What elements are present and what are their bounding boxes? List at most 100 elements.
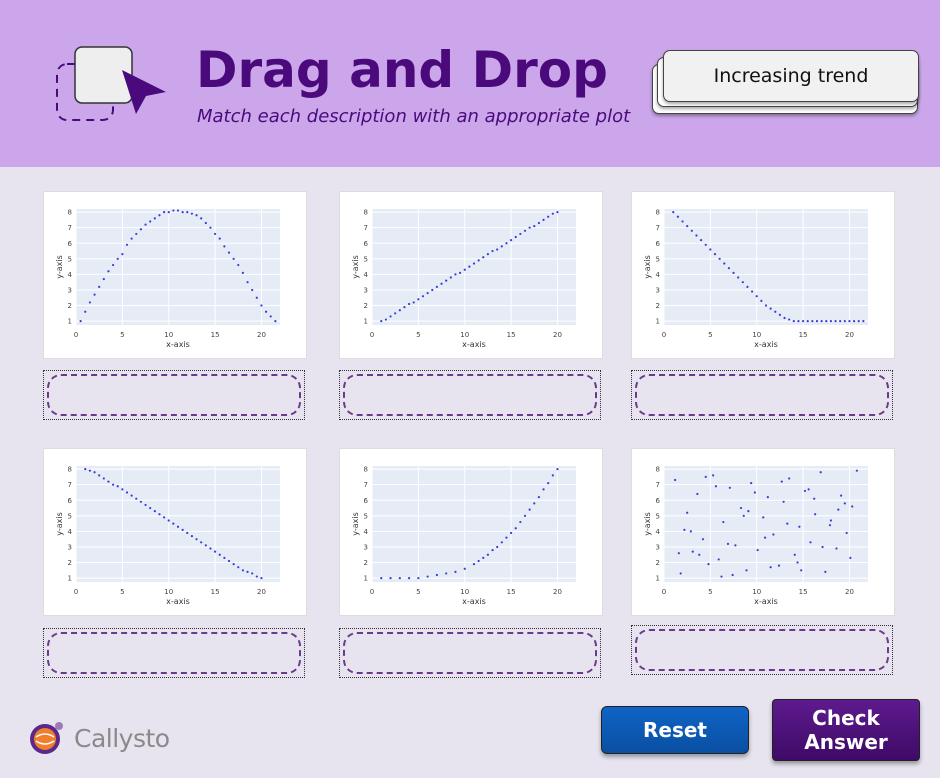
data-point (491, 548, 494, 552)
data-point (774, 310, 777, 313)
data-point (763, 536, 767, 539)
data-point (811, 320, 814, 323)
data-point (732, 271, 735, 274)
data-point (440, 282, 443, 285)
data-point (746, 285, 749, 288)
y-axis-label: y-axis (643, 512, 652, 536)
y-tick-label: 2 (656, 559, 660, 567)
y-tick-label: 5 (364, 512, 368, 520)
data-point (834, 320, 837, 323)
drop-zone-1[interactable] (43, 370, 305, 420)
data-point (486, 553, 490, 556)
data-point (139, 500, 143, 503)
data-point (458, 271, 462, 274)
x-axis-label: x-axis (462, 597, 486, 606)
y-tick-label: 2 (364, 302, 368, 310)
x-tick-label: 20 (553, 588, 562, 596)
plot-card-4: 0 5 10 15 20 1 2 3 4 5 6 7 8 x-axis y-axis (43, 448, 307, 616)
data-point (849, 556, 852, 559)
data-point (677, 552, 680, 555)
drop-zone-3[interactable] (631, 370, 893, 420)
data-point (523, 229, 527, 232)
data-point (737, 276, 740, 279)
data-point (672, 211, 675, 214)
data-point (683, 528, 686, 531)
data-point (556, 468, 559, 471)
data-point (181, 211, 184, 214)
reset-button[interactable]: Reset (601, 706, 749, 754)
data-point (232, 562, 235, 566)
y-tick-label: 6 (68, 497, 73, 505)
data-point (718, 257, 721, 260)
data-point (389, 577, 392, 580)
data-point (449, 276, 452, 279)
y-axis-label: y-axis (643, 255, 652, 279)
data-point (728, 486, 731, 489)
data-point (686, 511, 689, 514)
data-point (84, 468, 87, 471)
y-tick-label: 2 (68, 559, 72, 567)
y-tick-label: 7 (364, 481, 368, 489)
data-point (454, 570, 457, 573)
data-point (755, 295, 758, 298)
data-point (689, 530, 692, 533)
data-point (435, 285, 439, 288)
y-tick-label: 8 (364, 209, 368, 217)
drop-zone-2[interactable] (339, 370, 601, 420)
drop-zone-4[interactable] (43, 628, 305, 678)
x-tick-label: 5 (708, 588, 712, 596)
check-answer-button[interactable]: Check Answer (772, 699, 920, 761)
x-tick-label: 20 (257, 331, 266, 339)
x-tick-label: 20 (845, 331, 854, 339)
data-point (153, 217, 156, 220)
drop-zone-6[interactable] (631, 625, 893, 675)
data-point (102, 477, 105, 480)
data-point (798, 525, 801, 528)
data-point (769, 307, 772, 310)
drop-zone-5[interactable] (339, 628, 601, 678)
brand-name: Callysto (74, 723, 170, 753)
data-point (747, 510, 750, 513)
data-point (213, 232, 217, 236)
data-point (709, 248, 712, 251)
data-point (223, 556, 226, 559)
data-point (149, 506, 152, 510)
data-point (783, 316, 786, 320)
data-point (722, 520, 725, 524)
x-axis-label: x-axis (754, 340, 778, 349)
data-point (824, 570, 827, 573)
data-point (394, 312, 397, 315)
data-point (463, 268, 466, 271)
data-point (186, 531, 189, 535)
data-point (772, 533, 775, 536)
plot-area (664, 209, 868, 325)
data-point (813, 497, 816, 500)
data-point (477, 559, 480, 563)
y-tick-label: 4 (656, 271, 661, 279)
data-point (204, 544, 207, 547)
data-point (821, 545, 824, 549)
data-point (780, 480, 783, 483)
draggable-description-card[interactable]: Increasing trend (663, 50, 919, 102)
data-point (829, 320, 833, 323)
y-tick-label: 8 (364, 466, 368, 474)
data-point (803, 489, 807, 493)
data-point (793, 553, 796, 556)
x-tick-label: 0 (74, 588, 78, 596)
data-point (797, 320, 800, 323)
data-point (857, 320, 860, 323)
data-point (130, 494, 133, 497)
data-point (107, 480, 110, 483)
data-point (88, 301, 92, 304)
check-answer-line-2: Answer (804, 730, 888, 754)
data-point (421, 295, 425, 298)
data-point (848, 320, 851, 323)
data-point (704, 475, 707, 478)
y-tick-label: 6 (656, 240, 661, 248)
plot-area (76, 466, 280, 582)
data-point (158, 214, 161, 217)
y-tick-label: 5 (656, 512, 660, 520)
data-point (158, 513, 161, 516)
data-point (829, 519, 833, 522)
x-tick-label: 15 (507, 588, 516, 596)
